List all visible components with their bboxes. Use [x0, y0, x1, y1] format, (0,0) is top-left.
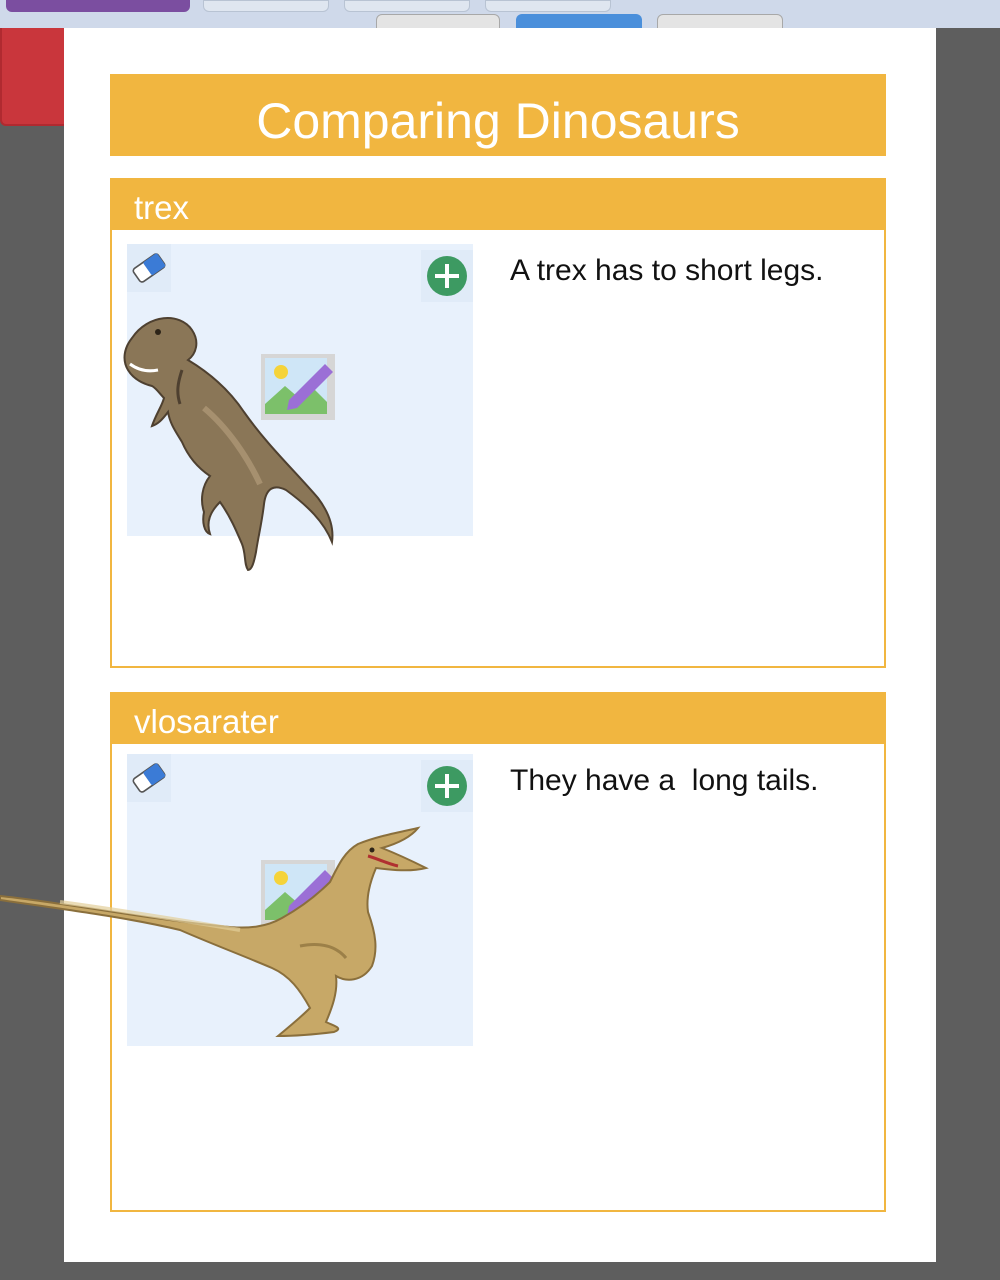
velociraptor-illustration[interactable] [0, 826, 432, 1042]
card-description[interactable]: A trex has to short legs. [510, 254, 824, 288]
card-heading[interactable]: vlosarater [112, 694, 884, 744]
eraser-button[interactable] [127, 754, 171, 802]
top-tab-1[interactable] [203, 0, 329, 12]
plus-circle-icon [427, 766, 467, 806]
add-image-button[interactable] [421, 250, 473, 302]
t-rex-illustration[interactable] [118, 308, 346, 574]
eraser-button[interactable] [127, 244, 171, 292]
plus-circle-icon [427, 256, 467, 296]
eraser-icon [132, 253, 166, 283]
document-page: Comparing Dinosaurs trex A trex has to s… [64, 28, 936, 1262]
card-description[interactable]: They have a long tails. [510, 764, 819, 798]
comparison-card: trex A trex has to short legs. [110, 178, 886, 668]
top-tab-2[interactable] [344, 0, 470, 12]
card-heading[interactable]: trex [112, 180, 884, 230]
page-title[interactable]: Comparing Dinosaurs [110, 74, 886, 156]
eraser-icon [132, 763, 166, 793]
add-image-button[interactable] [421, 760, 473, 812]
top-tab-purple[interactable] [6, 0, 190, 12]
top-tab-3[interactable] [485, 0, 611, 12]
